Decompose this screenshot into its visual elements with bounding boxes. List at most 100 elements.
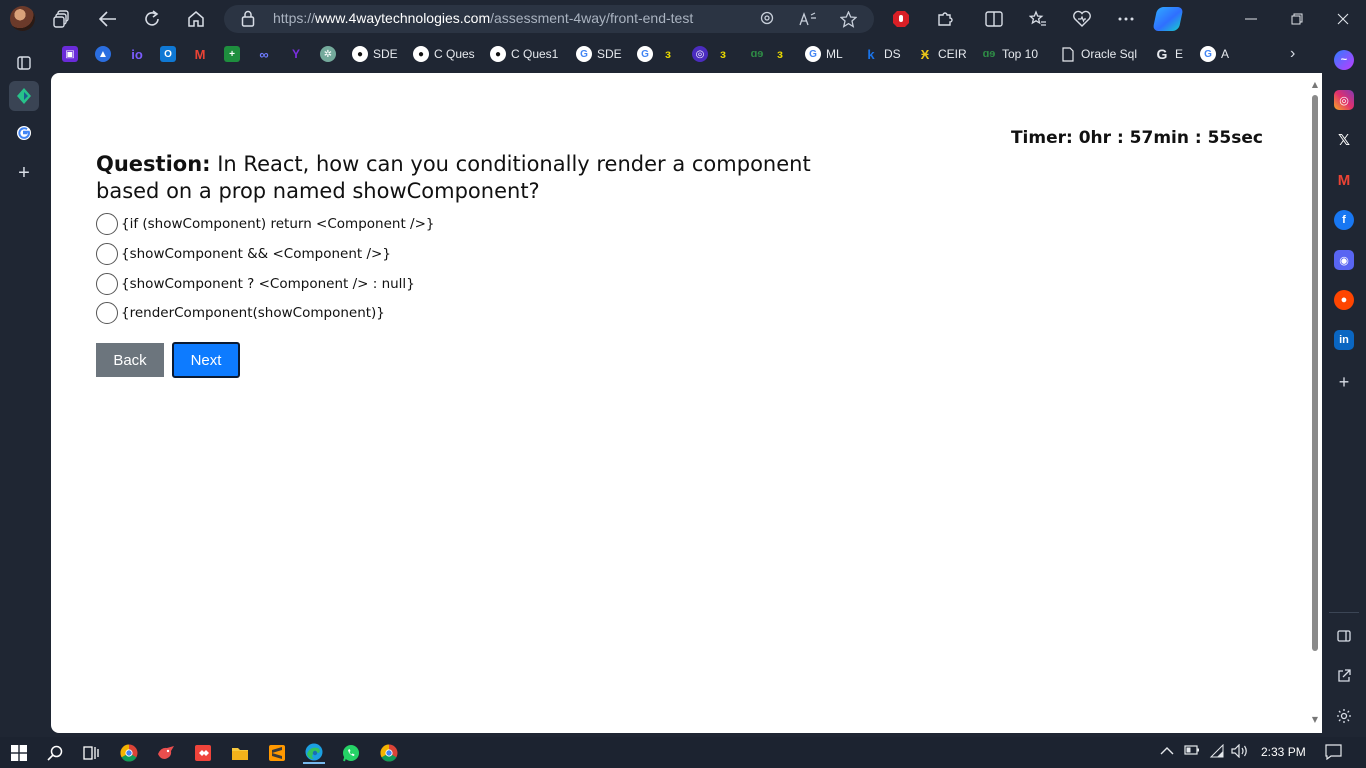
- favorite-item[interactable]: ɜ: [772, 43, 788, 65]
- answer-option-2[interactable]: {showComponent && <Component />}: [96, 242, 391, 266]
- next-button[interactable]: Next: [172, 342, 240, 378]
- radio-button[interactable]: [96, 273, 118, 295]
- add-sidebar-app-plus-icon[interactable]: +: [1334, 372, 1354, 392]
- messenger-icon[interactable]: ~: [1334, 50, 1354, 70]
- minimize-icon[interactable]: [1228, 6, 1274, 32]
- favorite-item[interactable]: GA: [1200, 43, 1229, 65]
- instagram-icon[interactable]: ◎: [1334, 90, 1354, 110]
- adblock-icon[interactable]: [889, 8, 913, 30]
- favorite-item[interactable]: Ӿ CEIR: [917, 43, 967, 65]
- favorite-item[interactable]: O: [160, 43, 176, 65]
- page-icon: [1060, 46, 1076, 62]
- radio-button[interactable]: [96, 302, 118, 324]
- favorite-item[interactable]: G: [637, 43, 653, 65]
- volume-icon[interactable]: [1231, 743, 1249, 761]
- location-pin-icon[interactable]: [756, 9, 778, 29]
- scroll-up-arrow-icon[interactable]: ▲: [1311, 81, 1319, 89]
- sublime-text-icon[interactable]: [266, 742, 288, 764]
- radio-button[interactable]: [96, 213, 118, 235]
- copilot-icon[interactable]: [1152, 7, 1184, 31]
- gfg-icon: ɜ: [777, 47, 783, 61]
- anydesk-icon[interactable]: [192, 742, 214, 764]
- refresh-icon[interactable]: [140, 8, 164, 30]
- scroll-down-arrow-icon[interactable]: ▼: [1311, 716, 1319, 724]
- profile-avatar[interactable]: [10, 6, 35, 31]
- chrome-icon[interactable]: [118, 742, 140, 764]
- workspaces-icon[interactable]: [50, 8, 74, 30]
- favorite-item[interactable]: G SDE: [576, 43, 622, 65]
- settings-gear-icon[interactable]: [1334, 706, 1354, 726]
- tab-active-site[interactable]: [9, 81, 39, 111]
- new-tab-plus-icon[interactable]: +: [9, 158, 39, 188]
- close-icon[interactable]: [1320, 6, 1366, 32]
- linkedin-icon[interactable]: in: [1334, 330, 1354, 350]
- answer-option-4[interactable]: {renderComponent(showComponent)}: [96, 301, 385, 325]
- favorite-item[interactable]: k DS: [863, 43, 900, 65]
- favorite-star-icon[interactable]: [837, 9, 859, 29]
- url-text[interactable]: https://www.4waytechnologies.com/assessm…: [273, 10, 693, 26]
- favorite-item[interactable]: ▲: [95, 43, 111, 65]
- external-link-icon[interactable]: [1334, 666, 1354, 686]
- favorite-item[interactable]: ● C Ques: [413, 43, 475, 65]
- back-arrow-icon[interactable]: [96, 8, 120, 30]
- chrome-icon[interactable]: [378, 742, 400, 764]
- split-screen-icon[interactable]: [982, 8, 1006, 30]
- x-twitter-icon[interactable]: 𝕏: [1334, 130, 1354, 150]
- notifications-icon[interactable]: [1325, 744, 1342, 763]
- back-button[interactable]: Back: [96, 343, 164, 377]
- favorite-item[interactable]: Y: [288, 43, 304, 65]
- edge-browser-icon[interactable]: [303, 742, 325, 764]
- favorite-item[interactable]: ∞: [256, 43, 272, 65]
- answer-option-1[interactable]: {if (showComponent) return <Component />…: [96, 212, 434, 236]
- task-view-icon[interactable]: [79, 742, 101, 764]
- tab-actions-icon[interactable]: [9, 48, 39, 78]
- favorite-item[interactable]: ● SDE: [352, 43, 398, 65]
- favorite-item[interactable]: ɑɘ: [749, 43, 765, 65]
- restore-icon[interactable]: [1274, 6, 1320, 32]
- home-icon[interactable]: [184, 8, 208, 30]
- lock-icon[interactable]: [241, 10, 255, 28]
- favorite-item[interactable]: ɜ: [715, 43, 731, 65]
- taskbar-clock[interactable]: 2:33 PM: [1261, 745, 1306, 759]
- file-explorer-icon[interactable]: [229, 742, 251, 764]
- read-aloud-icon[interactable]: [797, 9, 819, 29]
- gmail-icon: M: [194, 46, 206, 62]
- favorites-overflow-chevron-icon[interactable]: ›: [1290, 43, 1295, 65]
- chatgpt-icon: ✲: [320, 46, 336, 62]
- tab-google[interactable]: [9, 118, 39, 148]
- sidebar-panel-icon[interactable]: [1334, 626, 1354, 646]
- whatsapp-icon[interactable]: [340, 742, 362, 764]
- favorite-item[interactable]: Oracle Sql: [1060, 43, 1137, 65]
- favorite-item[interactable]: GE: [1154, 43, 1183, 65]
- answer-option-3[interactable]: {showComponent ? <Component /> : null}: [96, 272, 415, 296]
- favorite-item[interactable]: ✲: [320, 43, 336, 65]
- radio-button[interactable]: [96, 243, 118, 265]
- battery-icon[interactable]: [1184, 744, 1200, 759]
- favorite-item[interactable]: ● C Ques1: [490, 43, 558, 65]
- search-icon[interactable]: [44, 742, 66, 764]
- favorite-item[interactable]: ɜ: [660, 43, 676, 65]
- facebook-icon[interactable]: f: [1334, 210, 1354, 230]
- favorite-item[interactable]: ▣: [62, 43, 78, 65]
- windows-start-icon[interactable]: [8, 742, 30, 764]
- favorites-list-icon[interactable]: [1026, 8, 1050, 30]
- answer-label: {showComponent ? <Component /> : null}: [121, 276, 415, 292]
- discord-icon[interactable]: ◉: [1334, 250, 1354, 270]
- more-menu-icon[interactable]: [1114, 8, 1138, 30]
- browser-essentials-icon[interactable]: [1070, 8, 1094, 30]
- favorite-item[interactable]: ɑɘ Top 10: [981, 43, 1038, 65]
- reddit-icon[interactable]: ●: [1334, 290, 1354, 310]
- favorite-item[interactable]: +: [224, 43, 240, 65]
- wifi-icon[interactable]: [1209, 743, 1225, 761]
- address-bar[interactable]: https://www.4waytechnologies.com/assessm…: [224, 5, 874, 33]
- favorite-item[interactable]: M: [192, 43, 208, 65]
- gmail-icon[interactable]: M: [1334, 170, 1354, 190]
- app-bird-icon[interactable]: [155, 742, 177, 764]
- page-scrollbar[interactable]: ▲ ▼: [1308, 73, 1322, 733]
- tray-chevron-up-icon[interactable]: [1160, 744, 1174, 759]
- favorite-item[interactable]: G ML: [805, 43, 843, 65]
- favorite-item[interactable]: ◎: [692, 43, 708, 65]
- scroll-thumb[interactable]: [1312, 95, 1318, 651]
- extensions-icon[interactable]: [933, 8, 957, 30]
- favorite-item[interactable]: io: [129, 43, 145, 65]
